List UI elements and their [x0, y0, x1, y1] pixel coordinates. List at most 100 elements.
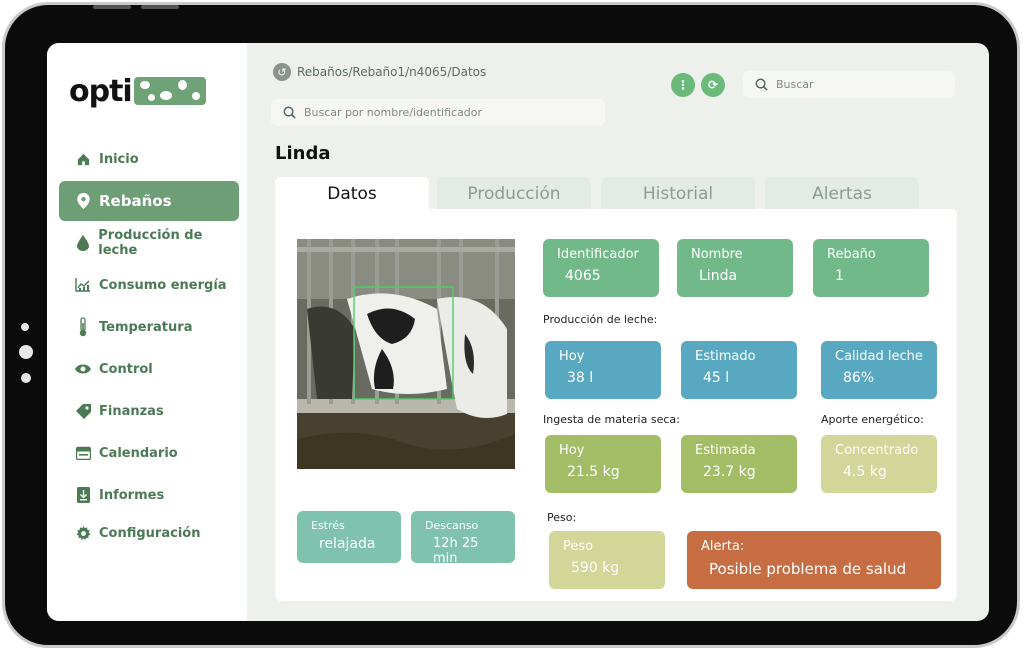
eye-icon [75, 361, 91, 377]
sidebar-item-label: Inicio [99, 151, 139, 167]
breadcrumb-text[interactable]: Rebaños/Rebaño1/n4065/Datos [297, 65, 486, 79]
peso-label: Peso [563, 539, 594, 554]
tab-datos[interactable]: Datos [275, 177, 429, 211]
nombre-label: Nombre [691, 247, 743, 262]
weight-section-label: Peso: [547, 511, 577, 524]
sidebar-item-consumo[interactable]: Consumo energía [59, 265, 239, 305]
sensor-icon [19, 345, 33, 359]
alert-value: Posible problema de salud [709, 560, 907, 578]
sidebar-item-label: Producción de leche [98, 228, 203, 258]
tab-historial[interactable]: Historial [601, 177, 755, 211]
sidebar-item-rebanos[interactable]: Rebaños [59, 181, 239, 221]
back-icon[interactable]: ↺ [273, 63, 291, 81]
thermometer-icon [75, 317, 91, 337]
tab-alertas[interactable]: Alertas [765, 177, 919, 211]
volume-up-button [93, 5, 131, 9]
sidebar-item-control[interactable]: Control [59, 349, 239, 389]
sidebar-item-label: Consumo energía [99, 277, 227, 293]
logo-text: opti [69, 73, 133, 109]
intake-section-label: Ingesta de materia seca: [543, 413, 680, 426]
sidebar-item-informes[interactable]: Informes [59, 475, 239, 515]
leche-estimado-value: 45 l [703, 370, 730, 386]
gear-icon [75, 525, 91, 541]
calidad-leche-card[interactable]: Calidad leche 86% [821, 341, 937, 399]
peso-value: 590 kg [571, 560, 620, 576]
search-icon [755, 78, 768, 91]
sidebar-item-configuracion[interactable]: Configuración [59, 513, 239, 553]
logo-badge [133, 77, 206, 105]
leche-hoy-card[interactable]: Hoy 38 l [545, 341, 661, 399]
ingesta-hoy-label: Hoy [559, 443, 585, 458]
leche-hoy-label: Hoy [559, 349, 585, 364]
page-title: Linda [275, 143, 331, 164]
descanso-card[interactable]: Descanso 12h 25 min [411, 511, 515, 566]
ingesta-estimada-label: Estimada [695, 443, 756, 458]
concentrado-label: Concentrado [835, 443, 919, 458]
leche-estimado-label: Estimado [695, 349, 756, 364]
tablet-frame: opti Inicio Rebaños Producción de leche … [2, 2, 1020, 648]
identificador-value: 4065 [565, 268, 601, 284]
tab-bar: Datos Producción Historial Alertas [275, 177, 955, 211]
sidebar-item-calendario[interactable]: Calendario [59, 433, 239, 473]
sidebar-item-produccion[interactable]: Producción de leche [59, 223, 239, 263]
sensor-icon [21, 373, 31, 383]
ingesta-hoy-value: 21.5 kg [567, 464, 620, 480]
alert-card[interactable]: Alerta: Posible problema de salud [687, 531, 941, 589]
search-input[interactable]: Buscar por nombre/identificador [271, 99, 605, 126]
sidebar-item-temperatura[interactable]: Temperatura [59, 307, 239, 347]
sidebar-nav: Inicio Rebaños Producción de leche Consu… [59, 139, 239, 555]
milk-section-label: Producción de leche: [543, 313, 658, 326]
concentrado-card[interactable]: Concentrado 4.5 kg [821, 435, 937, 493]
volume-down-button [141, 5, 179, 9]
ingesta-hoy-card[interactable]: Hoy 21.5 kg [545, 435, 661, 493]
alert-label: Alerta: [701, 539, 745, 554]
sidebar-item-label: Temperatura [99, 319, 193, 335]
rebano-card[interactable]: Rebaño 1 [813, 239, 929, 297]
app-screen: opti Inicio Rebaños Producción de leche … [47, 43, 989, 621]
datos-panel: Estrés relajada Descanso 12h 25 min Iden… [275, 209, 957, 601]
sidebar-item-label: Configuración [99, 525, 201, 541]
rebano-label: Rebaño [827, 247, 876, 262]
refresh-button[interactable]: ⟳ [701, 73, 725, 97]
global-search-input[interactable]: Buscar [743, 71, 955, 98]
peso-card[interactable]: Peso 590 kg [549, 531, 665, 589]
home-icon [75, 151, 91, 167]
leche-estimado-card[interactable]: Estimado 45 l [681, 341, 797, 399]
ingesta-estimada-value: 23.7 kg [703, 464, 756, 480]
search-placeholder: Buscar [776, 78, 814, 91]
breadcrumb: ↺ Rebaños/Rebaño1/n4065/Datos [273, 63, 486, 81]
descanso-value: 12h 25 min [433, 536, 479, 566]
sidebar-item-label: Rebaños [99, 192, 172, 210]
search-icon [283, 106, 296, 119]
cow-photo [297, 239, 515, 469]
sidebar-item-label: Control [99, 361, 153, 377]
search-placeholder: Buscar por nombre/identificador [304, 106, 483, 119]
sidebar-item-finanzas[interactable]: Finanzas [59, 391, 239, 431]
refresh-icon: ⟳ [707, 78, 719, 92]
calidad-leche-label: Calidad leche [835, 349, 923, 364]
sidebar-item-label: Calendario [99, 445, 178, 461]
more-vertical-icon: ⋮ [677, 78, 689, 92]
download-icon [75, 487, 91, 503]
identificador-card[interactable]: Identificador 4065 [543, 239, 659, 297]
energy-section-label: Aporte energético: [821, 413, 924, 426]
identificador-label: Identificador [557, 247, 639, 262]
app-logo[interactable]: opti [69, 73, 206, 109]
main-content: ↺ Rebaños/Rebaño1/n4065/Datos Buscar por… [247, 43, 989, 621]
calendar-icon [75, 445, 91, 461]
sidebar-item-inicio[interactable]: Inicio [59, 139, 239, 179]
tab-produccion[interactable]: Producción [437, 177, 591, 211]
sidebar: opti Inicio Rebaños Producción de leche … [47, 43, 247, 621]
location-pin-icon [75, 193, 91, 209]
estres-value: relajada [319, 536, 376, 552]
tag-icon [75, 403, 91, 419]
nombre-value: Linda [699, 268, 738, 284]
nombre-card[interactable]: Nombre Linda [677, 239, 793, 297]
more-options-button[interactable]: ⋮ [671, 73, 695, 97]
ingesta-estimada-card[interactable]: Estimada 23.7 kg [681, 435, 797, 493]
estres-card[interactable]: Estrés relajada [297, 511, 401, 563]
sidebar-item-label: Informes [99, 487, 165, 503]
rebano-value: 1 [835, 268, 844, 284]
chart-icon [75, 277, 91, 293]
camera-icon [21, 323, 29, 331]
